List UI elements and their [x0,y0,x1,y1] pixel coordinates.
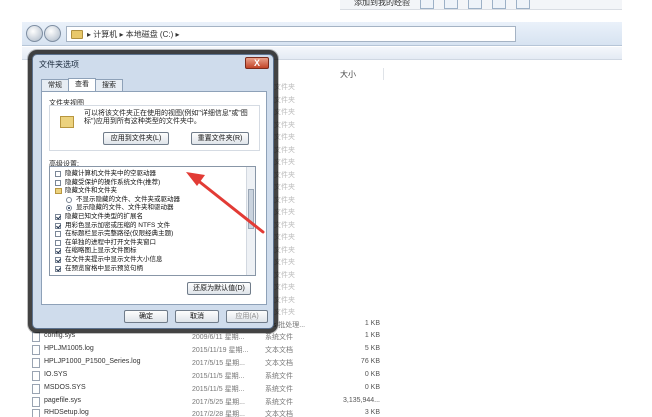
advanced-setting-label: 不显示隐藏的文件、文件夹或驱动器 [76,195,180,203]
folder-view-description: 可以将该文件夹正在使用的视图(例如"详细信息"或"图标")应用到所有这种类型的文… [84,110,248,125]
column-separator[interactable] [383,68,384,80]
checkbox[interactable] [55,171,61,177]
folder-type-text: 文件夹 [274,171,295,179]
advanced-setting-label: 在单独的进程中打开文件夹窗口 [65,238,156,246]
file-icon [32,358,40,368]
checkbox[interactable] [55,179,61,186]
size-column-header[interactable]: 大小 [340,69,356,80]
file-row[interactable]: MSDOS.SYS 2015/11/5 星期... 系统文件 0 KB [22,383,622,395]
scrollbar[interactable] [246,167,255,275]
folder-icon [55,188,62,195]
folder-options-dialog: 文件夹选项 X 常规 查看 搜索 文件夹视图 可以将该文件夹正在使用的视图(例如… [32,54,274,329]
reset-folders-button[interactable]: 重置文件夹(R) [191,132,249,145]
file-row[interactable]: RHDSetup.log 2017/2/28 星期... 文本文档 3 KB [22,408,622,417]
folder-type-text: 文件夹 [274,184,295,191]
tab-search[interactable]: 搜索 [95,79,123,91]
folder-type-text: 文件夹 [274,234,295,241]
folder-type-text: 文件夹 [274,259,295,266]
view-tab-panel: 文件夹视图 可以将该文件夹正在使用的视图(例如"详细信息"或"图标")应用到所有… [41,91,267,305]
file-icon [32,345,40,355]
restore-defaults-button[interactable]: 还原为默认值(D) [187,282,251,295]
checkbox[interactable] [55,214,61,220]
folder-icon [71,29,83,39]
apply-to-folders-button[interactable]: 应用到文件夹(L) [103,132,169,145]
advanced-setting-label: 隐藏受保护的操作系统文件(推荐) [65,178,161,186]
folder-type-text: 文件夹 [274,296,295,304]
file-icon [32,397,40,407]
advanced-setting-label: 在文件夹提示中显示文件大小信息 [65,256,163,263]
top-toolbar: 添加到我的经验 [340,0,622,10]
advanced-settings-list[interactable]: 隐藏计算机文件夹中的空驱动器 隐藏受保护的操作系统文件(推荐) 隐藏文件和文件夹 不显… [49,166,256,276]
folder-type-text: 文件夹 [274,309,295,316]
advanced-setting-label: 显示隐藏的文件、文件夹和驱动器 [76,204,174,212]
advanced-setting-label: 隐藏已知文件类型的扩展名 [65,213,143,220]
toolbar-icon[interactable] [444,0,458,9]
file-row[interactable]: IO.SYS 2015/11/5 星期... 系统文件 0 KB [22,370,622,382]
advanced-setting-label: 隐藏文件和文件夹 [65,187,117,195]
folder-type-text: 文件夹 [274,121,295,129]
address-field[interactable]: ▸ 计算机 ▸ 本地磁盘 (C:) ▸ [66,26,516,42]
folder-view-group: 可以将该文件夹正在使用的视图(例如"详细信息"或"图标")应用到所有这种类型的文… [49,105,260,151]
folder-type-text: 文件夹 [274,109,295,116]
folder-view-icon [60,116,74,128]
folder-type-text: 文件夹 [274,209,295,216]
folder-type-text: 文件夹 [274,221,295,229]
dialog-tabs: 常规 查看 搜索 [41,78,123,91]
close-button[interactable]: X [245,57,269,69]
ok-button[interactable]: 确定 [124,310,168,323]
tab-general[interactable]: 常规 [41,79,69,91]
checkbox[interactable] [55,239,61,246]
toolbar-icon[interactable] [420,0,434,9]
address-path: ▸ 计算机 ▸ 本地磁盘 (C:) ▸ [87,29,180,39]
folder-type-text: 文件夹 [274,134,295,141]
advanced-setting-label: 在缩略图上显示文件图标 [65,247,137,255]
checkbox[interactable] [55,222,61,229]
file-row[interactable]: pagefile.sys 2017/5/25 星期... 系统文件 3,135,… [22,396,622,408]
explorer-address-bar: ▸ 计算机 ▸ 本地磁盘 (C:) ▸ [22,22,622,46]
checkbox[interactable] [55,265,61,272]
radio-button[interactable] [66,196,72,203]
settings-icon[interactable] [516,0,530,9]
file-icon [32,409,40,417]
folder-type-text: 文件夹 [274,246,295,254]
file-row[interactable]: HPLJM1005.log 2015/11/19 星期... 文本文档 5 KB [22,344,622,356]
tab-view[interactable]: 查看 [68,78,96,91]
advanced-setting-label: 用彩色显示加密或压缩的 NTFS 文件 [65,221,171,229]
toolbar-icon[interactable] [468,0,482,9]
file-icon [32,332,40,342]
apply-button[interactable]: 应用(A) [226,310,268,323]
checkbox[interactable] [55,248,61,255]
folder-type-text: 文件夹 [274,284,295,291]
folder-type-text: 文件夹 [274,159,295,166]
add-to-experience-link[interactable]: 添加到我的经验 [354,0,410,8]
folder-type-text: 文件夹 [274,84,295,91]
folder-type-text: 文件夹 [274,271,295,279]
file-row[interactable]: config.sys 2009/6/11 星期... 系统文件 1 KB [22,331,622,343]
back-button[interactable] [26,25,43,42]
advanced-setting-label: 隐藏计算机文件夹中的空驱动器 [65,170,156,177]
forward-button[interactable] [44,25,61,42]
folder-type-text: 文件夹 [274,96,295,104]
folder-type-text: 文件夹 [274,196,295,204]
toolbar-icon[interactable] [492,0,506,9]
file-row[interactable]: HPLJP1000_P1500_Series.log 2017/5/15 星期.… [22,357,622,369]
scrollbar-thumb[interactable] [248,189,254,229]
file-icon [32,384,40,394]
checkbox[interactable] [55,231,61,238]
checkbox[interactable] [55,257,61,263]
cancel-button[interactable]: 取消 [175,310,219,323]
file-icon [32,371,40,381]
dialog-title: 文件夹选项 [39,60,79,69]
advanced-setting-label: 在预览窗格中显示预览句柄 [65,264,143,272]
advanced-setting-label: 在标题栏显示完整路径(仅限经典主题) [65,230,174,238]
folder-type-text: 文件夹 [274,146,295,154]
radio-button[interactable] [66,205,72,212]
